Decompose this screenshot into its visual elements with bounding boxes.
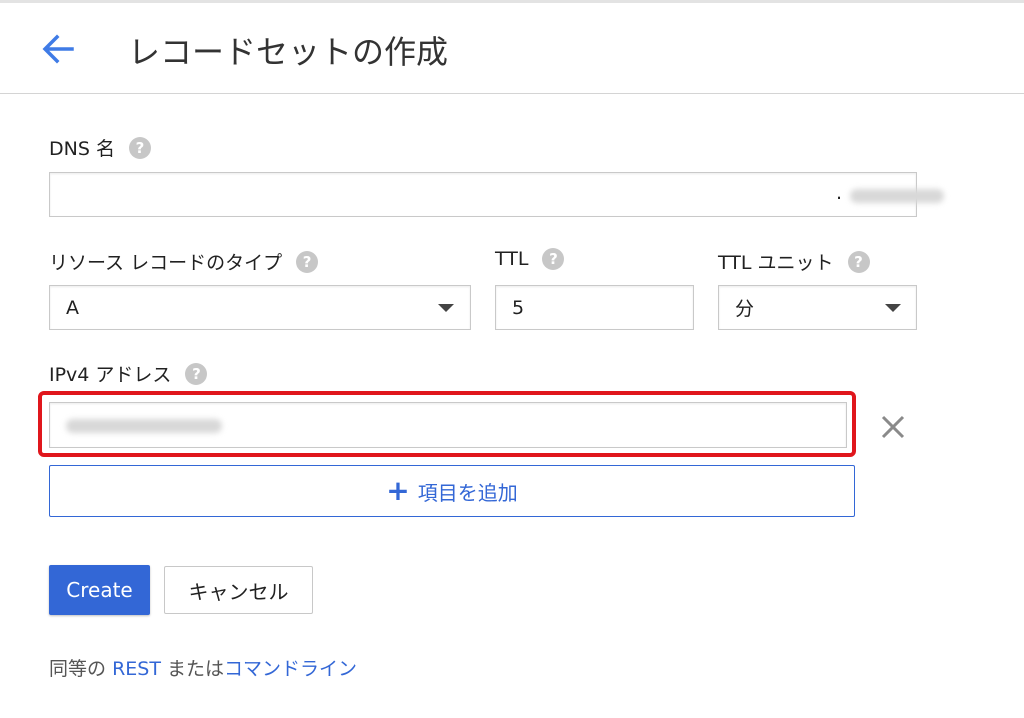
plus-icon: + (386, 474, 410, 507)
help-icon[interactable]: ? (542, 248, 565, 270)
record-type-select[interactable]: A (49, 285, 471, 330)
highlight-box (38, 391, 856, 457)
chevron-down-icon (438, 304, 454, 312)
footer-middle: または (166, 658, 224, 680)
help-icon[interactable]: ? (128, 136, 151, 159)
dns-name-input[interactable]: . (49, 172, 944, 217)
back-button[interactable] (38, 29, 78, 69)
ttl-unit-label: TTL ユニット ? (718, 248, 870, 275)
record-type-label: リソース レコードのタイプ ? (49, 248, 319, 275)
arrow-left-icon (42, 34, 74, 64)
ipv4-label: IPv4 アドレス ? (49, 360, 208, 387)
close-icon (881, 415, 905, 439)
command-line-link[interactable]: コマンドライン (224, 658, 357, 680)
add-item-button[interactable]: + 項目を追加 (49, 465, 855, 517)
ttl-unit-value: 分 (735, 298, 755, 320)
equivalent-footer: 同等の REST またはコマンドライン (49, 654, 357, 681)
create-button[interactable]: Create (49, 565, 150, 615)
add-item-label: 項目を追加 (417, 480, 518, 505)
rest-link[interactable]: REST (112, 658, 161, 680)
remove-item-button[interactable] (878, 412, 908, 442)
dns-name-label: DNS 名 ? (49, 134, 151, 161)
page-header: レコードセットの作成 (0, 3, 1024, 94)
ttl-input[interactable]: 5 (495, 285, 694, 330)
ttl-label-text: TTL (495, 248, 529, 270)
chevron-down-icon (885, 304, 901, 312)
ttl-label: TTL ? (495, 248, 565, 270)
help-icon[interactable]: ? (185, 362, 208, 385)
ttl-unit-select[interactable]: 分 (718, 285, 917, 330)
record-type-value: A (66, 296, 79, 319)
ipv4-label-text: IPv4 アドレス (49, 364, 172, 386)
footer-prefix: 同等の (49, 658, 107, 680)
dns-name-label-text: DNS 名 (49, 138, 115, 160)
ttl-value: 5 (512, 296, 525, 319)
help-icon[interactable]: ? (296, 250, 319, 273)
record-type-label-text: リソース レコードのタイプ (49, 252, 283, 274)
cancel-button[interactable]: キャンセル (164, 566, 313, 614)
ttl-unit-label-text: TTL ユニット (718, 252, 834, 274)
redacted-domain (850, 189, 944, 203)
dns-name-suffix: . (836, 182, 843, 204)
help-icon[interactable]: ? (847, 250, 870, 273)
page-title: レコードセットの作成 (128, 33, 449, 71)
